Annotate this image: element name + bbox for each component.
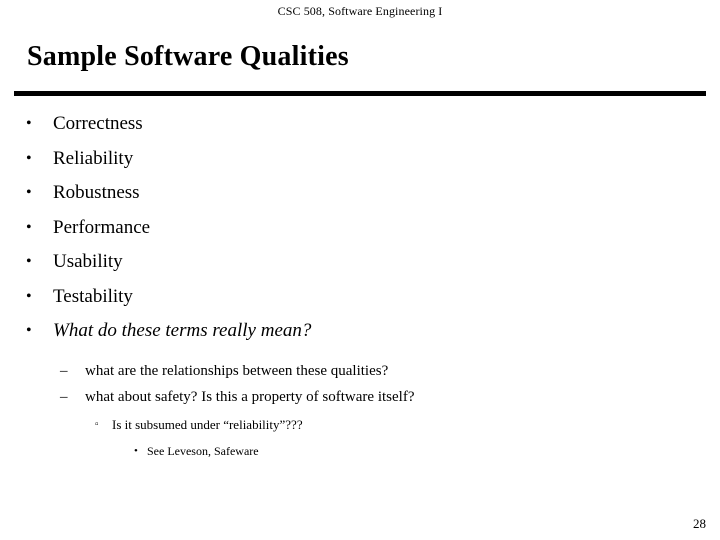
bullet-square-icon: ▫ [95, 418, 99, 430]
list-item-label: Is it subsumed under “reliability”??? [112, 416, 303, 432]
list-item-label: Performance [53, 216, 151, 238]
list-item: • Robustness [0, 176, 720, 211]
list-item-label: what about safety? Is this a property of… [85, 388, 415, 405]
list-item-label: Reliability [53, 147, 134, 169]
slide: CSC 508, Software Engineering I Sample S… [0, 0, 720, 540]
list-item: – what about safety? Is this a property … [0, 384, 720, 410]
sublist-level-3: ▫ Is it subsumed under “reliability”??? [0, 412, 720, 438]
list-item: • Performance [0, 211, 720, 246]
list-item-label: Testability [53, 285, 133, 307]
list-item-label: See Leveson, Safeware [147, 443, 259, 458]
bullet-dash-icon: – [60, 388, 68, 405]
bullet-dot-icon: • [26, 253, 32, 270]
bullet-dot-icon: • [26, 287, 32, 305]
bullet-dot-icon: • [26, 149, 32, 167]
list-item-label: What do these terms really mean? [53, 320, 312, 341]
bullet-dash-icon: – [60, 362, 68, 379]
list-item-label: Robustness [53, 182, 140, 203]
list-item: • Reliability [0, 142, 720, 177]
bullet-dot-icon: • [26, 322, 32, 339]
list-item: ▫ Is it subsumed under “reliability”??? [0, 412, 720, 438]
list-item: • Testability [0, 280, 720, 315]
bullet-dot-icon: • [26, 115, 32, 132]
list-item: – what are the relationships between the… [0, 358, 720, 384]
sublist-level-2: – what are the relationships between the… [0, 358, 720, 410]
list-item-label: Correctness [53, 113, 143, 134]
sublist-level-4: • See Leveson, Safeware [0, 439, 720, 463]
course-header: CSC 508, Software Engineering I [277, 4, 443, 18]
list-item-label: Usability [53, 251, 123, 272]
list-item: • See Leveson, Safeware [0, 439, 720, 463]
bullet-dot-icon: • [26, 184, 32, 201]
list-item-label: what are the relationships between these… [85, 362, 389, 379]
list-item: • Correctness [0, 107, 720, 142]
bullet-dot-icon: • [134, 444, 138, 457]
title-divider [14, 91, 706, 96]
list-item: • What do these terms really mean? [0, 314, 720, 349]
bullet-dot-icon: • [26, 218, 32, 236]
outline-content: • Correctness • Reliability • Robustness… [0, 107, 720, 463]
page-title: Sample Software Qualities [27, 41, 349, 72]
list-item: • Usability [0, 245, 720, 280]
page-number: 28 [693, 516, 706, 531]
